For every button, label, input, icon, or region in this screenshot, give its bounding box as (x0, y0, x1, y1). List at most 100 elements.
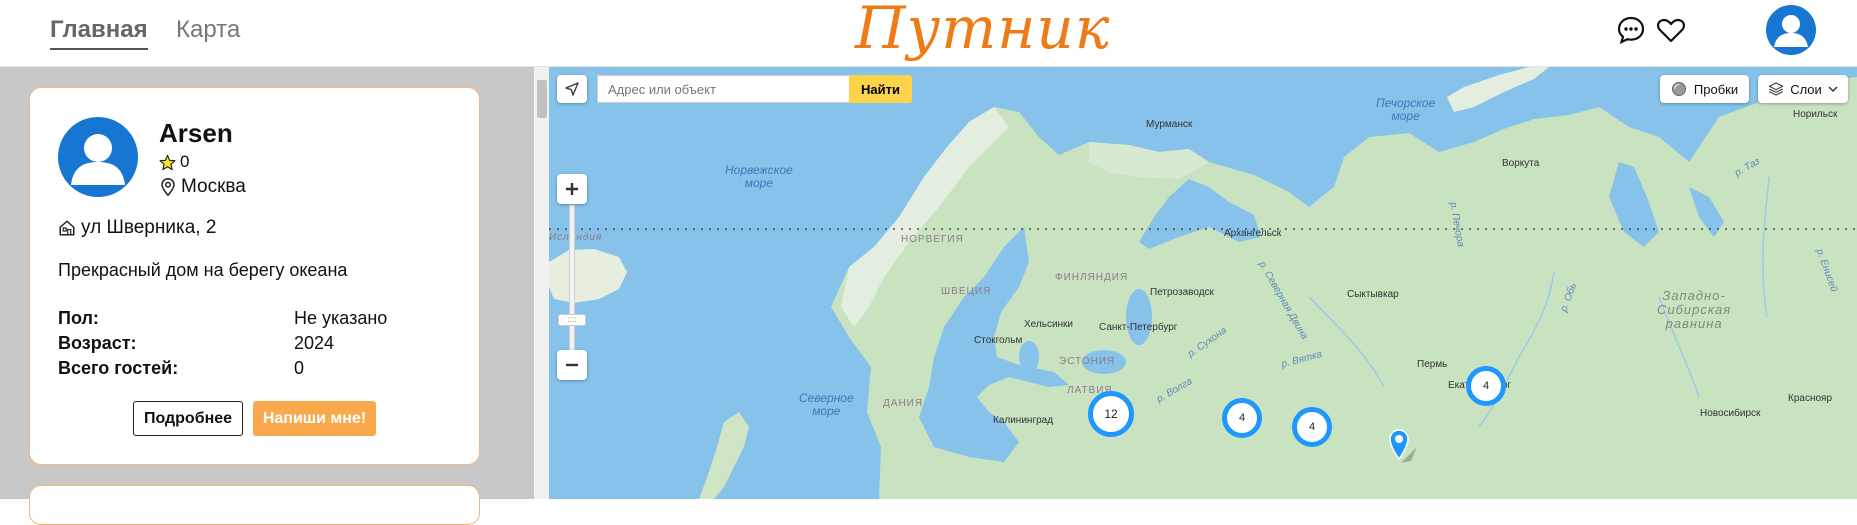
sea-label-north: Северное море (799, 391, 854, 418)
navigation-arrow-icon (565, 82, 579, 96)
sea-label-norwegian: Норвежское море (725, 163, 793, 190)
user-avatar-icon[interactable] (1766, 5, 1816, 55)
city-label-norilsk[interactable]: Норильск (1793, 109, 1837, 120)
city-name: Санкт-Петербург (1099, 322, 1178, 333)
city-label-syktyvkar[interactable]: Сыктывкар (1347, 289, 1399, 300)
traffic-light-icon (1671, 82, 1686, 96)
rating-value: 0 (180, 152, 190, 171)
map-cluster[interactable]: 12 (1088, 391, 1134, 437)
cluster-count: 4 (1308, 421, 1316, 433)
site-logo[interactable]: Путник (855, 0, 1110, 62)
host-info-table: Пол: Не указано Возраст: 2024 Всего гост… (58, 308, 387, 383)
map-placemark-icon[interactable] (1387, 427, 1421, 467)
info-value: Не указано (294, 308, 388, 328)
map-search-button[interactable]: Найти (849, 75, 912, 103)
city-name: Воркута (1502, 158, 1540, 169)
city-name: Архангельск (1224, 228, 1282, 239)
listing-description: Прекрасный дом на берегу океана (58, 260, 348, 280)
nav-map-link[interactable]: Карта (176, 16, 240, 44)
city-name: Стокгольм (974, 335, 1023, 346)
traffic-button[interactable]: Пробки (1660, 75, 1749, 103)
country-label-denmark: ДАНИЯ (883, 398, 924, 409)
city-name: Хельсинки (1024, 319, 1074, 330)
country-label-norway: НОРВЕГИЯ (901, 234, 964, 245)
city-name: Пермь (1417, 359, 1448, 370)
info-value: 0 (294, 358, 305, 378)
layers-label: Слои (1790, 81, 1822, 97)
map-search-input[interactable] (597, 75, 849, 103)
city-label-stockholm[interactable]: Стокгольм (974, 335, 1022, 346)
zoom-out-button[interactable] (557, 350, 587, 380)
city-label-novosibirsk[interactable]: Новосибирск (1700, 408, 1760, 419)
city-label-perm[interactable]: Пермь (1417, 359, 1447, 370)
more-details-button[interactable]: Подробнее (133, 401, 243, 436)
chevron-down-icon (1828, 86, 1838, 93)
info-key: Всего гостей: (58, 358, 179, 378)
geolocation-button[interactable] (557, 75, 587, 103)
region-label-west-siberian: Западно- Сибирская равнина (1657, 288, 1732, 331)
panel-scrollbar-thumb[interactable] (537, 80, 547, 118)
top-header: Главная Карта Путник (0, 0, 1857, 67)
traffic-label: Пробки (1693, 81, 1739, 97)
host-address: ул Шверника, 2 (58, 217, 216, 239)
city-label-vorkuta[interactable]: Воркута (1502, 158, 1539, 169)
country-label-sweden: ШВЕЦИЯ (941, 286, 992, 297)
city-label-helsinki[interactable]: Хельсинки (1024, 319, 1073, 330)
country-label-estonia: ЭСТОНИЯ (1059, 356, 1116, 367)
info-value: 2024 (294, 333, 335, 353)
cluster-count: 12 (1104, 407, 1118, 421)
map-cluster[interactable]: 4 (1466, 366, 1506, 406)
info-row-guests: Всего гостей: 0 (58, 358, 387, 383)
panel-scrollbar[interactable] (534, 67, 549, 499)
map-cluster[interactable]: 4 (1292, 407, 1332, 447)
zoom-in-button[interactable] (557, 174, 587, 204)
city-name: Краснояр (1788, 393, 1833, 404)
country-label-finland: ФИНЛЯНДИЯ (1055, 272, 1129, 283)
city-name: Калининград (993, 415, 1054, 426)
city-name: Сыктывкар (1347, 289, 1399, 300)
city-label-petrozavodsk[interactable]: Петрозаводск (1150, 287, 1214, 298)
map-view[interactable]: Норвежское море Печорское море Северное мор… (549, 67, 1857, 499)
cluster-count: 4 (1482, 380, 1490, 392)
city-label-krasnoyarsk[interactable]: Краснояр (1788, 393, 1832, 404)
info-row-gender: Пол: Не указано (58, 308, 387, 333)
city-label-spb[interactable]: Санкт-Петербург (1099, 322, 1177, 333)
host-avatar (58, 117, 138, 197)
minus-icon (566, 363, 578, 367)
location-pin-icon (161, 178, 175, 197)
city-name: Мурманск (1146, 119, 1193, 130)
heart-icon[interactable] (1655, 14, 1687, 46)
city-name: Норильск (1793, 109, 1838, 120)
cluster-count: 4 (1238, 412, 1246, 424)
plus-icon (566, 183, 578, 195)
star-icon (159, 154, 176, 170)
host-card-next[interactable] (29, 485, 480, 525)
listing-panel: Arsen 0 Москва ул Шверника, 2 Прекрасный… (0, 67, 549, 525)
info-row-age: Возраст: 2024 (58, 333, 387, 358)
city-label-arkhangelsk[interactable]: Архангельск (1224, 228, 1281, 239)
city-name: Москва (181, 176, 246, 197)
zoom-slider-track[interactable] (569, 205, 575, 350)
city-label-murmansk[interactable]: Мурманск (1146, 119, 1192, 130)
host-city: Москва (159, 176, 246, 198)
house-icon (59, 220, 75, 236)
host-card[interactable]: Arsen 0 Москва ул Шверника, 2 Прекрасный… (29, 87, 480, 465)
city-name: Новосибирск (1700, 408, 1761, 419)
address-text: ул Шверника, 2 (81, 217, 217, 238)
sea-label-pechora: Печорское море (1376, 96, 1436, 123)
host-name: Arsen (159, 118, 233, 148)
layers-button[interactable]: Слои (1758, 75, 1848, 103)
city-name: Петрозаводск (1150, 287, 1214, 298)
chat-icon[interactable] (1615, 14, 1647, 46)
layers-icon (1768, 82, 1784, 96)
country-label-iceland: Исландия (549, 232, 603, 243)
info-key: Возраст: (58, 333, 137, 353)
host-rating: 0 (159, 152, 189, 172)
info-key: Пол: (58, 308, 99, 328)
nav-home-link[interactable]: Главная (50, 16, 148, 50)
write-me-button[interactable]: Напиши мне! (253, 401, 376, 436)
city-label-kaliningrad[interactable]: Калининград (993, 415, 1053, 426)
zoom-slider-handle[interactable]: :::: (558, 314, 586, 326)
map-cluster[interactable]: 4 (1222, 398, 1262, 438)
map-geography (549, 67, 1857, 499)
